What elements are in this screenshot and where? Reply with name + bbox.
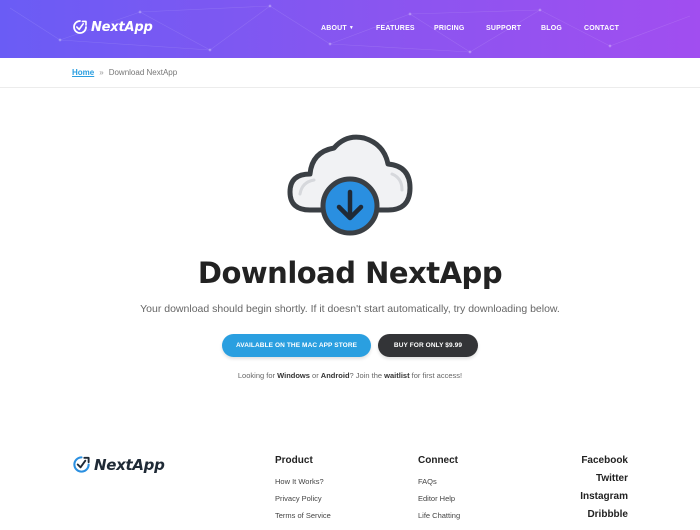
breadcrumb-bar: Home » Download NextApp <box>0 58 700 88</box>
nav-item-label: ABOUT <box>321 25 347 32</box>
breadcrumb-home-link[interactable]: Home <box>72 68 94 77</box>
breadcrumb-separator: » <box>99 68 104 77</box>
cloud-download-icon <box>287 134 413 236</box>
nav-item-features[interactable]: FEATURES <box>376 25 415 32</box>
note-text: Looking for <box>237 371 278 380</box>
social-link-twitter[interactable]: Twitter <box>580 473 628 484</box>
footer-logo[interactable]: NextApp <box>72 455 165 474</box>
nav-item-contact[interactable]: CONTACT <box>584 25 619 32</box>
breadcrumb-current: Download NextApp <box>108 68 178 77</box>
social-link-instagram[interactable]: Instagram <box>580 491 628 502</box>
nav-item-blog[interactable]: BLOG <box>541 25 562 32</box>
social-link-facebook[interactable]: Facebook <box>580 455 628 466</box>
footer-product-column: Product How It Works? Privacy Policy Ter… <box>275 455 331 528</box>
android-link[interactable]: Android <box>321 371 350 380</box>
site-header: NextApp ABOUT ▼ FEATURES PRICING SUPPORT … <box>0 0 700 58</box>
mac-app-store-button[interactable]: AVAILABLE ON THE MAC APP STORE <box>222 334 371 357</box>
footer-logo-text: NextApp <box>94 455 165 474</box>
windows-link[interactable]: Windows <box>277 371 310 380</box>
social-link-dribbble[interactable]: Dribbble <box>580 509 628 520</box>
buy-button[interactable]: BUY FOR ONLY $9.99 <box>378 334 478 357</box>
nav-item-pricing[interactable]: PRICING <box>434 25 465 32</box>
footer-link-life-chatting[interactable]: Life Chatting <box>418 511 460 520</box>
breadcrumb: Home » Download NextApp <box>72 68 177 77</box>
footer-link-editor-help[interactable]: Editor Help <box>418 494 460 503</box>
note-text: for first access! <box>409 371 463 380</box>
note-text: ? Join the <box>349 371 385 380</box>
main-nav: ABOUT ▼ FEATURES PRICING SUPPORT BLOG CON… <box>0 25 700 35</box>
footer-link-faqs[interactable]: FAQs <box>418 477 460 486</box>
download-subtitle: Your download should begin shortly. If i… <box>140 303 560 315</box>
nav-item-about[interactable]: ABOUT ▼ <box>321 25 354 32</box>
footer-connect-heading: Connect <box>418 455 458 466</box>
footer-link-terms[interactable]: Terms of Service <box>275 511 331 520</box>
footer-link-how-it-works[interactable]: How It Works? <box>275 477 331 486</box>
footer-social-links: Facebook Twitter Instagram Dribbble <box>580 455 628 527</box>
caret-down-icon: ▼ <box>348 25 355 31</box>
footer-connect-column: Connect FAQs Editor Help Life Chatting <box>418 455 460 528</box>
footer-link-privacy-policy[interactable]: Privacy Policy <box>275 494 331 503</box>
nav-item-support[interactable]: SUPPORT <box>486 25 521 32</box>
note-text: or <box>309 371 321 380</box>
footer-product-heading: Product <box>275 455 313 466</box>
page-title: Download NextApp <box>197 256 503 290</box>
logo-mark-icon <box>73 456 90 473</box>
waitlist-link[interactable]: waitlist <box>384 371 409 380</box>
platform-note: Looking for Windows or Android? Join the… <box>0 371 700 380</box>
